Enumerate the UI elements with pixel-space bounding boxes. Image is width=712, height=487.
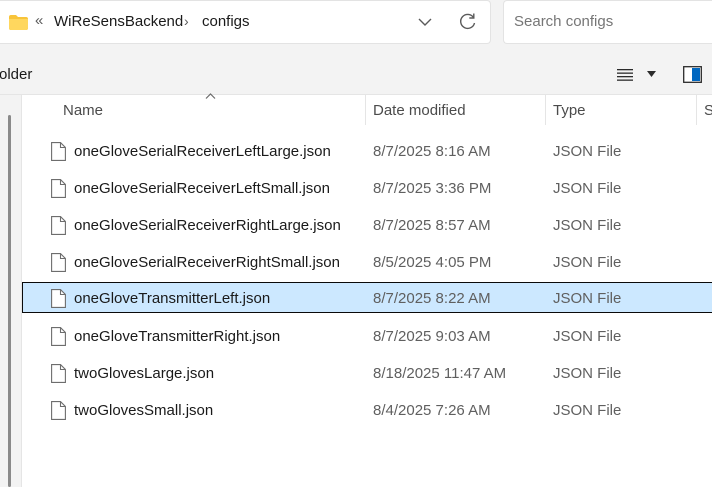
column-header-date-modified[interactable]: Date modified: [373, 102, 466, 119]
search-input[interactable]: [514, 13, 704, 30]
column-divider[interactable]: [365, 95, 366, 125]
file-row[interactable]: oneGloveSerialReceiverLeftSmall.json 8/7…: [22, 172, 712, 204]
column-divider[interactable]: [545, 95, 546, 125]
file-name: twoGlovesSmall.json: [74, 402, 214, 419]
overflow-breadcrumb-button[interactable]: «: [35, 12, 43, 29]
file-row[interactable]: oneGloveSerialReceiverRightSmall.json 8/…: [22, 246, 712, 278]
file-type: JSON File: [553, 254, 622, 271]
file-name: oneGloveTransmitterRight.json: [74, 328, 281, 345]
folder-icon: [9, 15, 28, 30]
file-type: JSON File: [553, 365, 622, 382]
file-date-modified: 8/5/2025 4:05 PM: [373, 254, 492, 271]
command-bar: older: [0, 53, 712, 95]
file-icon: [51, 142, 66, 161]
file-icon: [51, 179, 66, 198]
navigation-bar: « WiReSensBackend › configs: [0, 0, 712, 53]
file-icon: [51, 401, 66, 420]
details-pane-icon[interactable]: [683, 66, 702, 83]
file-row[interactable]: oneGloveSerialReceiverLeftLarge.json 8/7…: [22, 135, 712, 167]
file-name: twoGlovesLarge.json: [74, 365, 215, 382]
file-name: oneGloveSerialReceiverLeftLarge.json: [74, 143, 331, 160]
file-date-modified: 8/7/2025 9:03 AM: [373, 328, 491, 345]
address-bar[interactable]: « WiReSensBackend › configs: [0, 0, 491, 44]
file-type: JSON File: [553, 217, 622, 234]
refresh-icon[interactable]: [458, 12, 477, 31]
file-name: oneGloveSerialReceiverLeftSmall.json: [74, 180, 330, 197]
file-row[interactable]: oneGloveTransmitterRight.json 8/7/2025 9…: [22, 320, 712, 352]
breadcrumb-separator[interactable]: ›: [184, 13, 189, 29]
file-name: oneGloveSerialReceiverRightLarge.json: [74, 217, 341, 234]
column-header-row: Name Date modified Type S: [22, 93, 712, 127]
file-date-modified: 8/7/2025 3:36 PM: [373, 180, 492, 197]
column-header-size[interactable]: S: [704, 102, 712, 119]
search-box[interactable]: [503, 0, 712, 44]
file-date-modified: 8/7/2025 8:16 AM: [373, 143, 491, 160]
chevron-down-icon[interactable]: [418, 15, 432, 29]
file-type: JSON File: [553, 180, 622, 197]
navigation-pane[interactable]: [0, 95, 22, 487]
column-header-type[interactable]: Type: [553, 102, 586, 119]
column-divider[interactable]: [696, 95, 697, 125]
file-icon: [51, 364, 66, 383]
file-icon: [51, 216, 66, 235]
file-date-modified: 8/7/2025 8:57 AM: [373, 217, 491, 234]
file-type: JSON File: [553, 402, 622, 419]
list-view-icon[interactable]: [617, 68, 633, 82]
file-name: oneGloveTransmitterLeft.json: [74, 290, 271, 307]
breadcrumb-item-configs[interactable]: configs: [202, 13, 250, 30]
breadcrumb-item-wiresensbackend[interactable]: WiReSensBackend: [54, 13, 183, 30]
file-row-selected[interactable]: oneGloveTransmitterLeft.json 8/7/2025 8:…: [22, 282, 712, 313]
column-header-name[interactable]: Name: [63, 102, 103, 119]
file-date-modified: 8/7/2025 8:22 AM: [373, 290, 491, 307]
file-type: JSON File: [553, 143, 622, 160]
file-row[interactable]: twoGlovesLarge.json 8/18/2025 11:47 AM J…: [22, 357, 712, 389]
sort-ascending-icon: [205, 93, 216, 99]
new-folder-button[interactable]: older: [0, 66, 32, 83]
navigation-pane-scrollbar[interactable]: [8, 115, 11, 487]
file-row[interactable]: twoGlovesSmall.json 8/4/2025 7:26 AM JSO…: [22, 394, 712, 426]
file-icon: [51, 327, 66, 346]
file-date-modified: 8/18/2025 11:47 AM: [373, 365, 507, 382]
file-row[interactable]: oneGloveSerialReceiverRightLarge.json 8/…: [22, 209, 712, 241]
file-type: JSON File: [553, 328, 622, 345]
view-options-caret-icon[interactable]: [647, 71, 656, 77]
file-name: oneGloveSerialReceiverRightSmall.json: [74, 254, 340, 271]
file-type: JSON File: [553, 290, 622, 307]
file-date-modified: 8/4/2025 7:26 AM: [373, 402, 491, 419]
file-icon: [51, 253, 66, 272]
file-icon: [51, 289, 66, 308]
